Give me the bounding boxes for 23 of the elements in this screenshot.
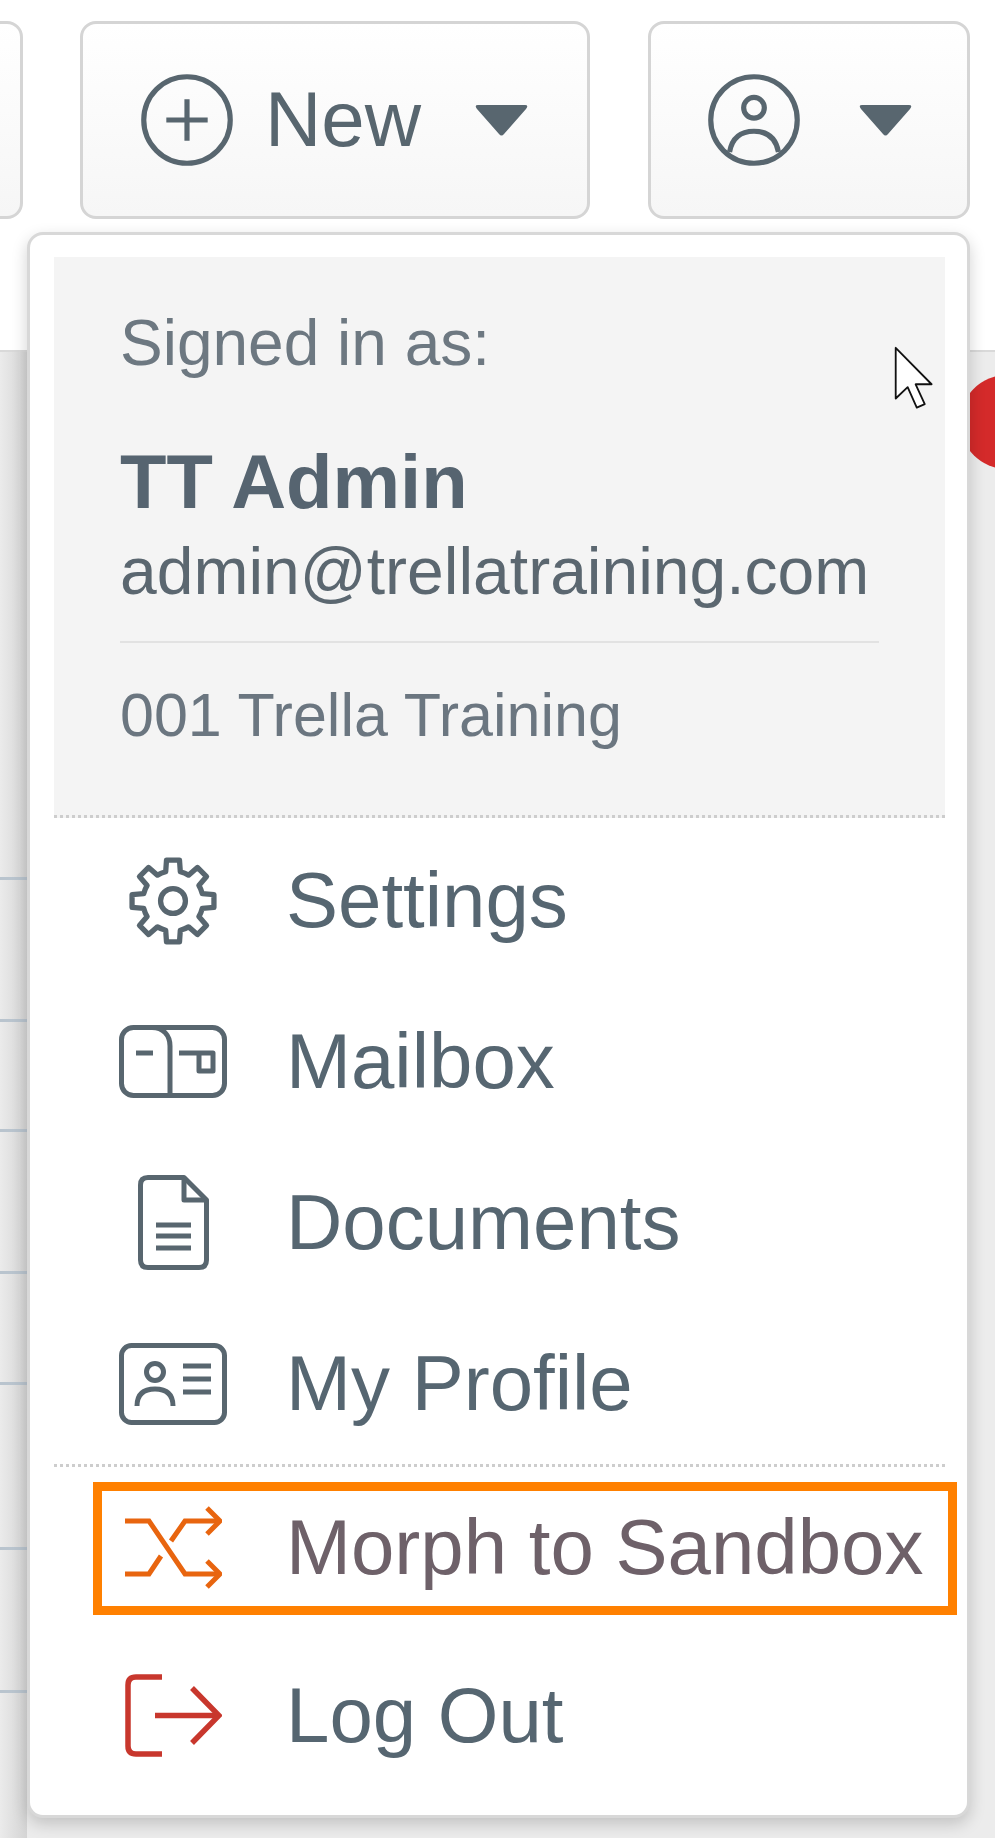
new-button[interactable]: New [80, 21, 590, 219]
profile-card-icon [119, 1342, 227, 1425]
caret-icon [858, 103, 913, 137]
signed-in-label: Signed in as: [120, 306, 492, 381]
logout-icon [124, 1674, 222, 1757]
plus-circle-icon [140, 73, 234, 167]
menu-item[interactable]: Log Out [54, 1635, 945, 1796]
mouse-pointer-icon [894, 346, 935, 410]
shuffle-icon [124, 1505, 222, 1590]
settings-icon [127, 854, 219, 947]
menu-item[interactable]: Settings [54, 820, 945, 981]
menu-item[interactable]: My Profile [54, 1303, 945, 1464]
user-avatar-icon [707, 73, 801, 167]
menu-item[interactable]: Morph to Sandbox [54, 1467, 945, 1628]
user-name: TT Admin [120, 437, 469, 526]
menu-item[interactable]: Mailbox [54, 981, 945, 1142]
mailbox-icon [119, 1025, 227, 1098]
account-button[interactable] [648, 21, 970, 219]
caret-icon [474, 103, 530, 137]
menu-item[interactable]: Documents [54, 1142, 945, 1303]
organization-name: 001 Trella Training [120, 680, 623, 752]
document-icon [137, 1175, 209, 1270]
user-email: admin@trellatraining.com [120, 533, 871, 610]
